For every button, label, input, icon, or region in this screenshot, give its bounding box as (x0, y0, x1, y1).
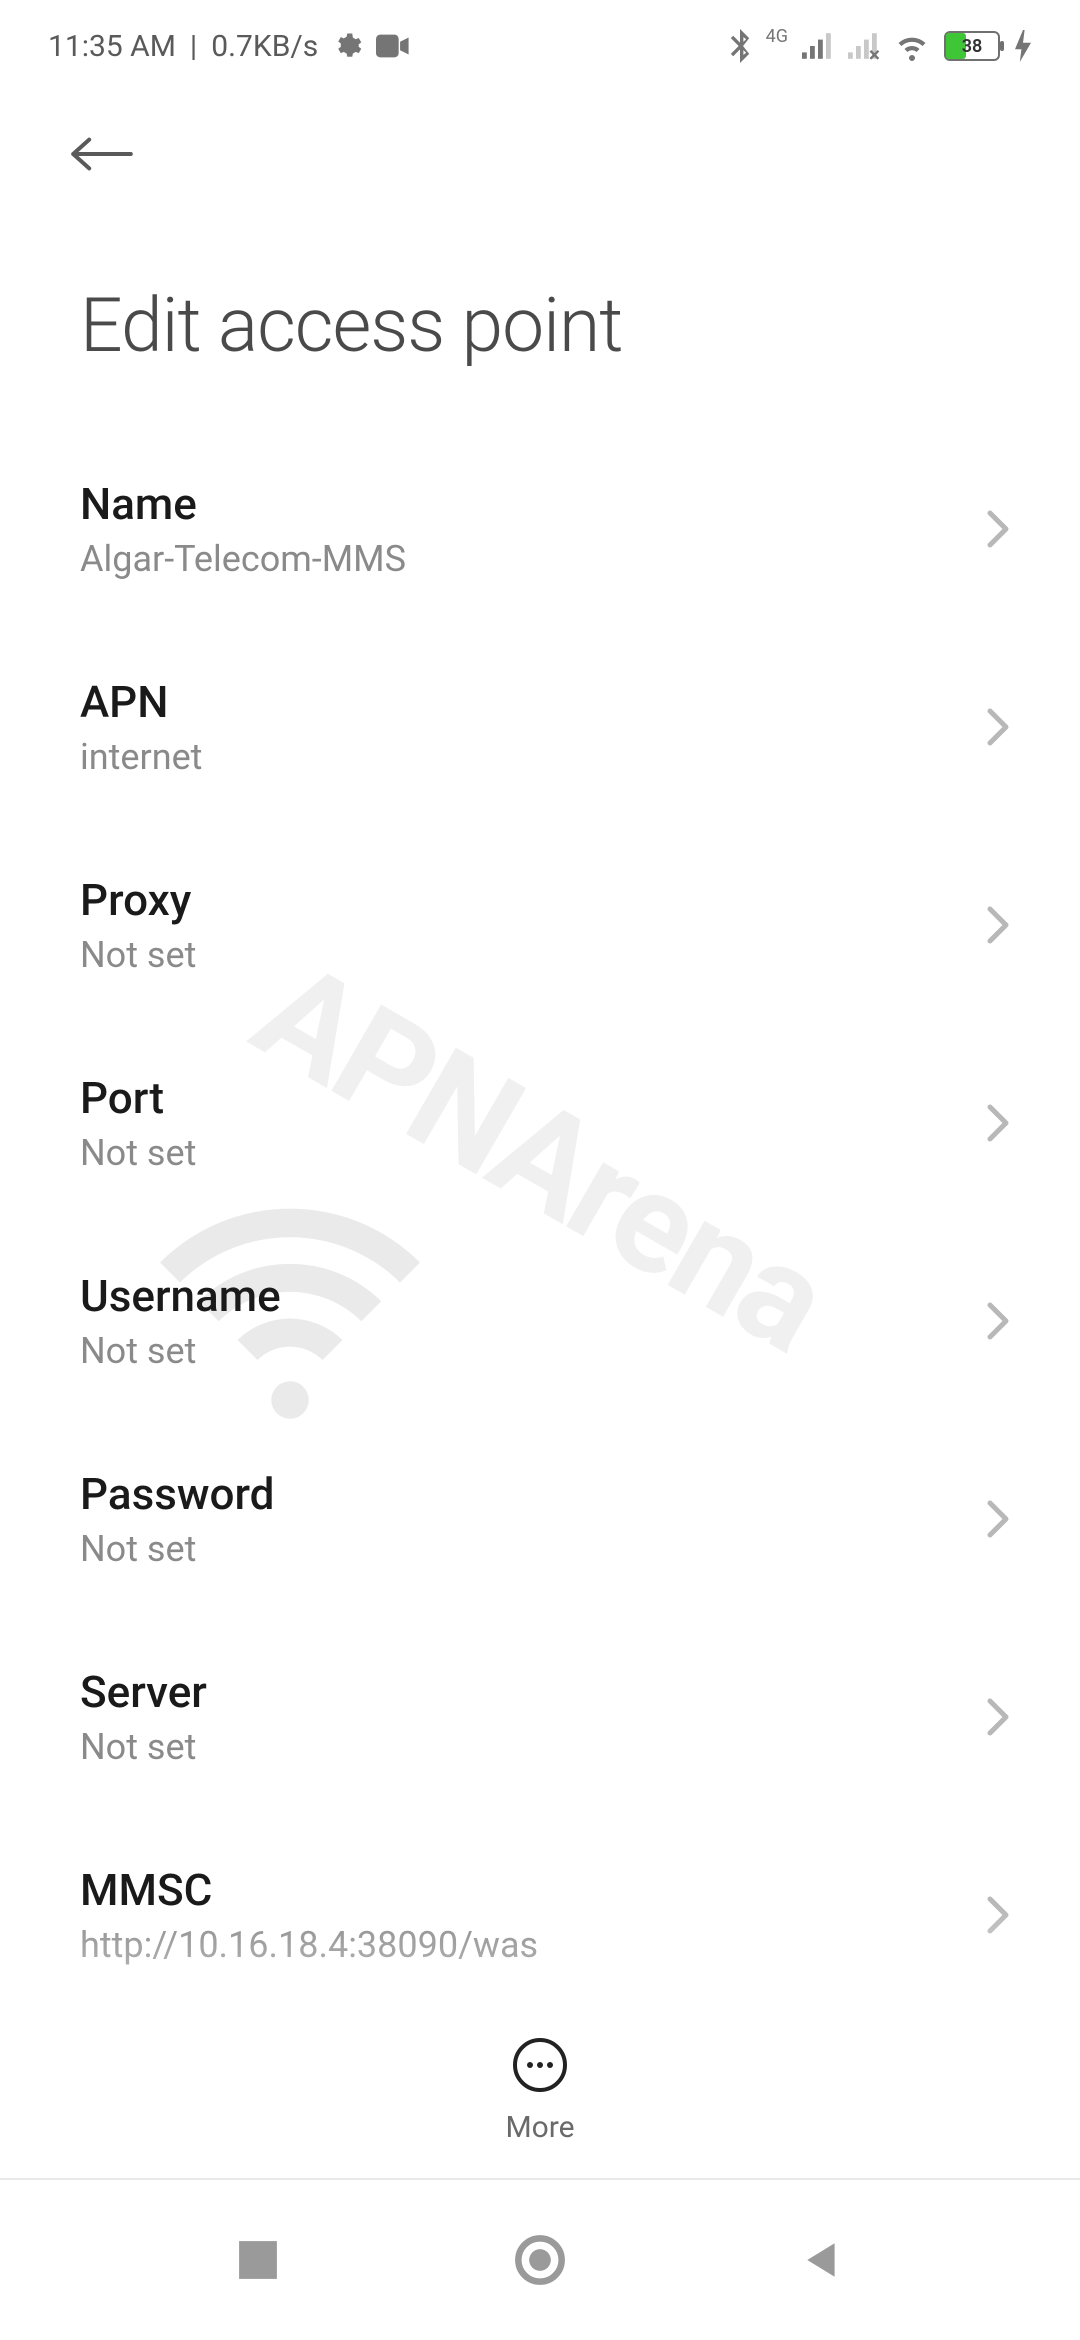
status-datarate: 0.7KB/s (211, 29, 318, 64)
field-label: Port (80, 1072, 986, 1124)
field-mmsc[interactable]: MMSC http://10.16.18.4:38090/was (0, 1816, 1080, 2014)
toolbar-more[interactable]: More (0, 2018, 1080, 2165)
field-value: Not set (80, 1726, 986, 1768)
field-value: internet (80, 736, 986, 778)
page-title: Edit access point (0, 182, 1080, 430)
field-value: Not set (80, 1528, 986, 1570)
field-value: Not set (80, 934, 986, 976)
chevron-right-icon (986, 1103, 1010, 1143)
chevron-right-icon (986, 707, 1010, 747)
field-label: APN (80, 676, 986, 728)
field-username[interactable]: Username Not set (0, 1222, 1080, 1420)
android-nav-bar (0, 2180, 1080, 2340)
field-label: Password (80, 1468, 986, 1520)
charging-icon (1014, 30, 1032, 62)
camera-icon (376, 32, 410, 60)
chevron-right-icon (986, 1697, 1010, 1737)
wifi-icon (894, 31, 930, 61)
field-value: Not set (80, 1132, 986, 1174)
more-label: More (505, 2110, 574, 2145)
bluetooth-icon (728, 29, 752, 63)
field-password[interactable]: Password Not set (0, 1420, 1080, 1618)
field-label: Server (80, 1666, 986, 1718)
nav-home-icon[interactable] (514, 2234, 566, 2286)
signal-2-icon (848, 32, 880, 60)
battery-percent: 38 (946, 36, 998, 57)
field-server[interactable]: Server Not set (0, 1618, 1080, 1816)
back-icon[interactable] (70, 130, 134, 178)
signal-1-icon (802, 32, 834, 60)
field-apn[interactable]: APN internet (0, 628, 1080, 826)
field-value: Algar-Telecom-MMS (80, 538, 986, 580)
field-label: MMSC (80, 1864, 986, 1916)
field-port[interactable]: Port Not set (0, 1024, 1080, 1222)
status-time: 11:35 AM (48, 29, 176, 64)
battery-icon: 38 (944, 31, 1000, 61)
status-separator: | (190, 29, 197, 64)
field-name[interactable]: Name Algar-Telecom-MMS (0, 430, 1080, 628)
field-proxy[interactable]: Proxy Not set (0, 826, 1080, 1024)
field-label: Username (80, 1270, 986, 1322)
nav-recent-icon[interactable] (237, 2239, 279, 2281)
field-label: Proxy (80, 874, 986, 926)
network-type-label: 4G (766, 26, 788, 47)
more-icon (513, 2038, 567, 2092)
nav-back-icon[interactable] (801, 2239, 843, 2281)
chevron-right-icon (986, 905, 1010, 945)
chevron-right-icon (986, 509, 1010, 549)
field-value: Not set (80, 1330, 986, 1372)
field-label: Name (80, 478, 986, 530)
gear-icon (332, 31, 362, 61)
chevron-right-icon (986, 1301, 1010, 1341)
status-bar: 11:35 AM | 0.7KB/s 4G 38 (0, 0, 1080, 92)
apn-settings-list: Name Algar-Telecom-MMS APN internet Prox… (0, 430, 1080, 2212)
field-value: http://10.16.18.4:38090/was (80, 1924, 986, 1966)
chevron-right-icon (986, 1499, 1010, 1539)
chevron-right-icon (986, 1895, 1010, 1935)
